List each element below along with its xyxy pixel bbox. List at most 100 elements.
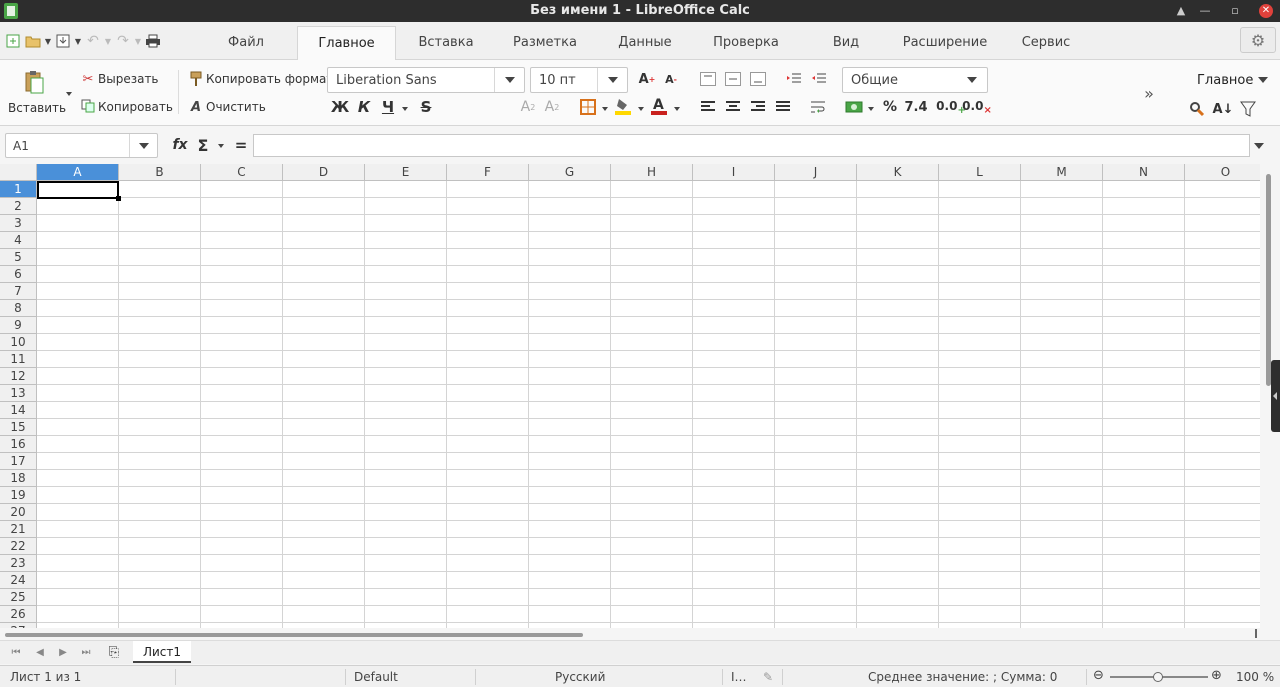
row-header[interactable]: 25 xyxy=(0,589,37,606)
tab-review[interactable]: Проверка xyxy=(706,26,786,60)
save-dropdown-icon[interactable]: ▼ xyxy=(74,32,82,50)
subscript-icon[interactable]: A2 xyxy=(519,98,537,116)
formula-input[interactable] xyxy=(253,134,1250,157)
column-header[interactable]: O xyxy=(1185,164,1260,181)
new-document-icon[interactable] xyxy=(4,32,22,50)
column-header[interactable]: G xyxy=(529,164,611,181)
sum-summary[interactable]: Среднее значение: ; Сумма: 0 xyxy=(868,670,1057,684)
row-header[interactable]: 4 xyxy=(0,232,37,249)
expand-formula-bar[interactable] xyxy=(1253,140,1265,152)
row-header[interactable]: 20 xyxy=(0,504,37,521)
number-format-combo[interactable]: Общие xyxy=(842,67,988,93)
column-header[interactable]: N xyxy=(1103,164,1185,181)
sidebar-toggle[interactable] xyxy=(1271,360,1280,432)
row-header[interactable]: 9 xyxy=(0,317,37,334)
column-header[interactable]: J xyxy=(775,164,857,181)
font-size-combo[interactable]: 10 пт xyxy=(530,67,628,93)
column-header[interactable]: L xyxy=(939,164,1021,181)
row-header[interactable]: 18 xyxy=(0,470,37,487)
column-header[interactable]: D xyxy=(283,164,365,181)
highlight-dropdown[interactable] xyxy=(636,104,646,114)
name-box[interactable]: A1 xyxy=(5,133,158,158)
underline-dropdown[interactable] xyxy=(400,104,410,114)
deck-dropdown[interactable] xyxy=(1258,75,1268,85)
clear-formatting-icon[interactable]: A xyxy=(187,99,205,115)
number-format-dropdown[interactable] xyxy=(957,68,987,92)
justify-icon[interactable] xyxy=(774,99,792,115)
increase-indent-icon[interactable] xyxy=(785,71,803,87)
redo-icon[interactable]: ↷ xyxy=(114,32,132,50)
autofilter-icon[interactable] xyxy=(1239,100,1257,118)
clone-format-button[interactable]: Копировать формат xyxy=(206,72,333,86)
row-header[interactable]: 23 xyxy=(0,555,37,572)
add-sheet-icon[interactable]: ⎘ xyxy=(106,646,122,660)
row-header[interactable]: 21 xyxy=(0,521,37,538)
row-header[interactable]: 11 xyxy=(0,351,37,368)
zoom-level[interactable]: 100 % xyxy=(1236,670,1274,684)
row-header[interactable]: 16 xyxy=(0,436,37,453)
row-header[interactable]: 15 xyxy=(0,419,37,436)
column-header[interactable]: F xyxy=(447,164,529,181)
italic-button[interactable]: К xyxy=(355,98,373,116)
more-options-button[interactable]: » xyxy=(1140,84,1158,103)
row-header[interactable]: 10 xyxy=(0,334,37,351)
function-wizard-button[interactable]: fx xyxy=(170,135,190,155)
undo-dropdown-icon[interactable]: ▼ xyxy=(104,32,112,50)
selection-mode[interactable]: I… xyxy=(731,670,747,684)
underline-button[interactable]: Ч xyxy=(379,98,397,116)
borders-icon[interactable] xyxy=(579,98,597,116)
last-sheet-button[interactable]: ⏭ xyxy=(78,646,94,660)
print-icon[interactable] xyxy=(144,32,162,50)
settings-button[interactable]: ⚙ xyxy=(1240,27,1276,53)
align-right-icon[interactable] xyxy=(749,99,767,115)
font-color-icon[interactable]: A xyxy=(650,96,668,116)
currency-icon[interactable] xyxy=(845,98,863,116)
vertical-scroll-thumb[interactable] xyxy=(1266,174,1271,386)
clone-format-icon[interactable] xyxy=(187,71,205,87)
sheet-tab[interactable]: Лист1 xyxy=(133,641,191,663)
column-header[interactable]: E xyxy=(365,164,447,181)
zoom-out-icon[interactable]: ⊖ xyxy=(1093,668,1104,683)
paste-dropdown[interactable] xyxy=(64,88,74,100)
column-header[interactable]: K xyxy=(857,164,939,181)
column-header[interactable]: H xyxy=(611,164,693,181)
redo-dropdown-icon[interactable]: ▼ xyxy=(134,32,142,50)
row-header[interactable]: 26 xyxy=(0,606,37,623)
align-left-icon[interactable] xyxy=(699,99,717,115)
paste-label[interactable]: Вставить xyxy=(8,101,66,115)
cut-button[interactable]: Вырезать xyxy=(98,72,159,86)
column-header[interactable]: M xyxy=(1021,164,1103,181)
roll-up-icon[interactable]: ▲ xyxy=(1172,2,1190,20)
sum-button[interactable]: Σ xyxy=(194,135,212,155)
deck-label[interactable]: Главное xyxy=(1197,73,1253,88)
scissors-icon[interactable]: ✂ xyxy=(80,72,96,87)
column-header[interactable]: I xyxy=(693,164,775,181)
row-header[interactable]: 19 xyxy=(0,487,37,504)
align-center-icon[interactable] xyxy=(724,99,742,115)
maximize-button[interactable]: ▫ xyxy=(1226,2,1244,20)
column-header[interactable]: B xyxy=(119,164,201,181)
add-decimal-button[interactable]: 0.0 + xyxy=(936,96,966,116)
font-name-combo[interactable]: Liberation Sans xyxy=(327,67,525,93)
strikethrough-button[interactable]: S xyxy=(417,98,435,116)
highlight-color-icon[interactable] xyxy=(614,96,632,116)
column-header[interactable]: A xyxy=(37,164,119,181)
tab-data[interactable]: Данные xyxy=(612,26,678,60)
language[interactable]: Русский xyxy=(555,670,605,684)
horizontal-scroll-thumb[interactable] xyxy=(5,633,583,637)
previous-sheet-button[interactable]: ◀ xyxy=(32,646,48,660)
row-header[interactable]: 2 xyxy=(0,198,37,215)
delete-decimal-button[interactable]: 0.0 × xyxy=(962,96,992,116)
sort-ascending-icon[interactable]: A↓ xyxy=(1213,100,1234,118)
tab-view[interactable]: Вид xyxy=(826,26,866,60)
split-handle[interactable] xyxy=(1255,629,1257,638)
bold-button[interactable]: Ж xyxy=(331,98,349,116)
row-header[interactable]: 12 xyxy=(0,368,37,385)
percent-button[interactable]: % xyxy=(881,98,899,116)
copy-icon[interactable] xyxy=(80,99,96,113)
row-header[interactable]: 24 xyxy=(0,572,37,589)
paste-icon[interactable] xyxy=(22,68,46,96)
horizontal-scrollbar[interactable] xyxy=(0,628,1280,640)
font-size-dropdown[interactable] xyxy=(597,68,627,92)
open-folder-icon[interactable] xyxy=(24,32,42,50)
